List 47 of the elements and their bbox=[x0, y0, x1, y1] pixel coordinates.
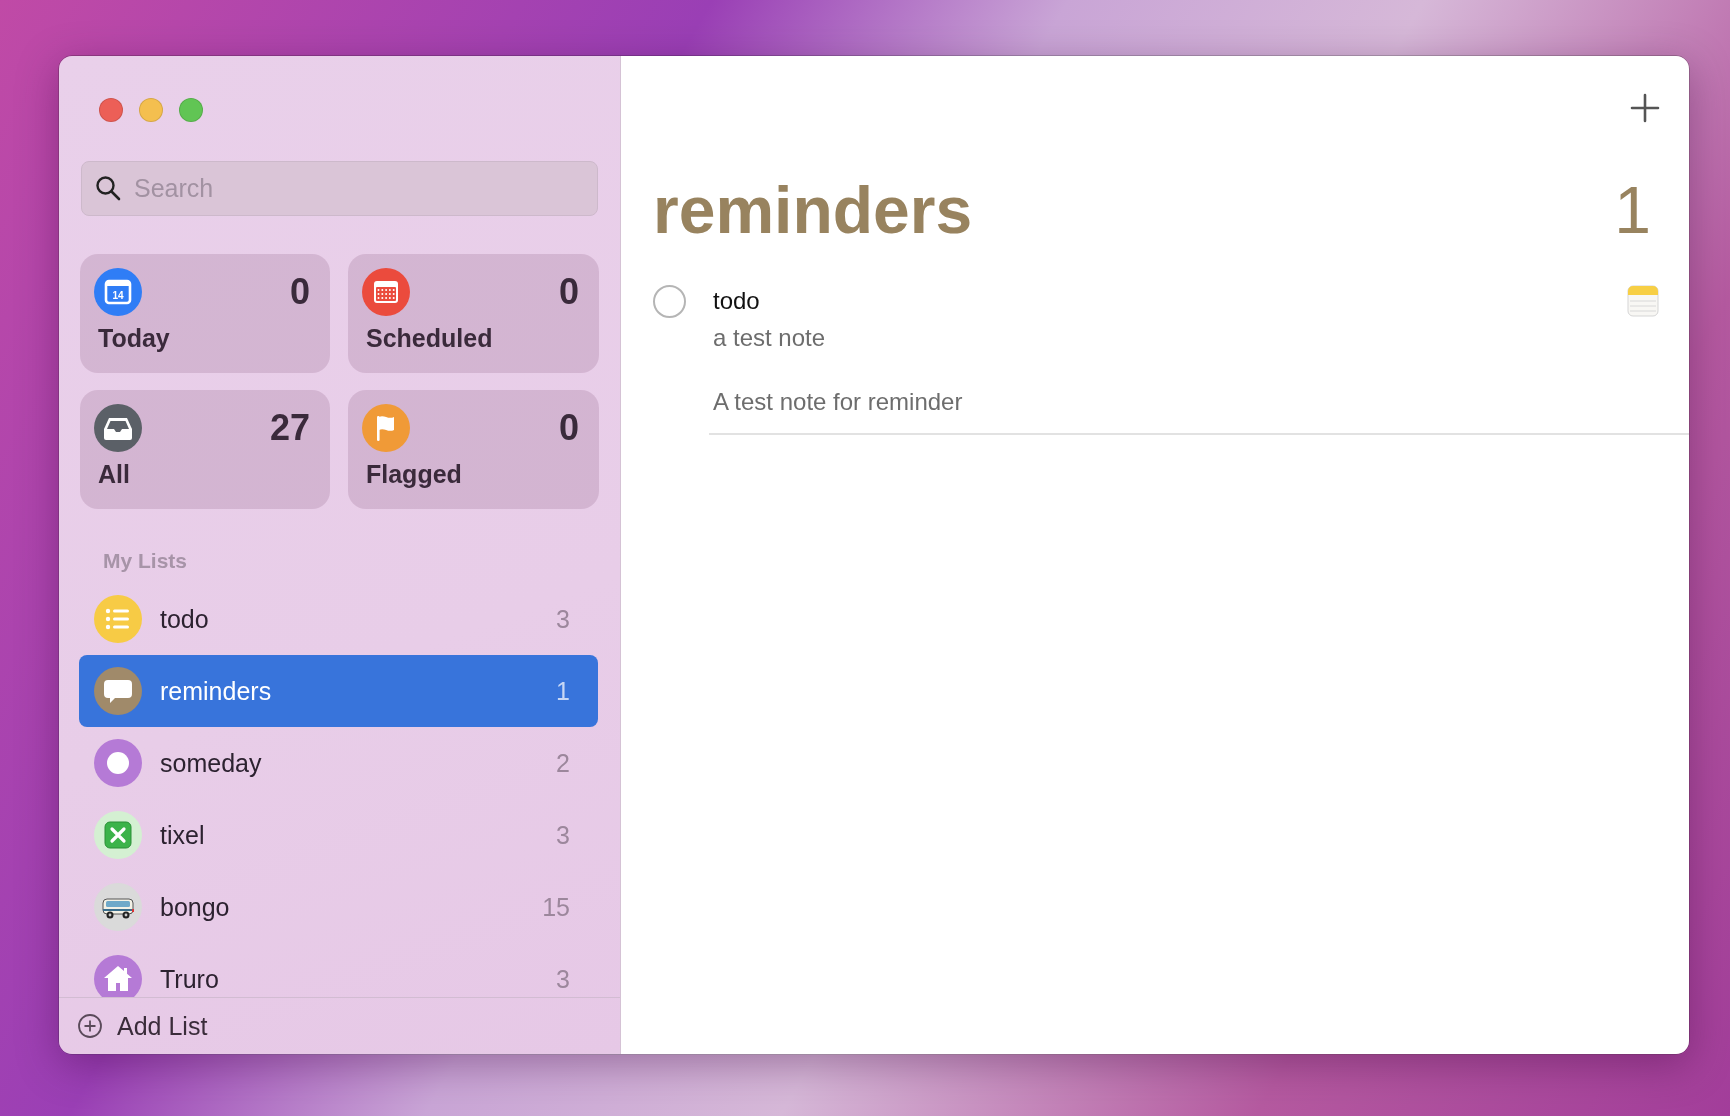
smart-list-card[interactable]: 14 0 Today bbox=[80, 254, 330, 373]
sidebar-list-item[interactable]: Truro 3 bbox=[79, 943, 598, 997]
reminder-note: A test note for reminder bbox=[713, 387, 964, 417]
section-heading: My Lists bbox=[102, 548, 189, 574]
smart-list-card[interactable]: 0 Scheduled bbox=[348, 254, 599, 373]
list-count: 3 bbox=[556, 604, 570, 634]
search-field[interactable]: Search bbox=[81, 161, 598, 216]
completion-checkbox[interactable] bbox=[653, 285, 686, 318]
smart-list-card[interactable]: 27 All bbox=[80, 390, 330, 509]
reminder-title[interactable]: todo bbox=[713, 284, 1627, 318]
list-title: reminders bbox=[653, 172, 973, 249]
card-count: 0 bbox=[558, 406, 579, 450]
list-count: 3 bbox=[556, 820, 570, 850]
plus-icon bbox=[1630, 93, 1660, 123]
list-count: 2 bbox=[556, 748, 570, 778]
sidebar-list-item[interactable]: todo 3 bbox=[79, 583, 598, 655]
list-count: 3 bbox=[556, 964, 570, 994]
card-label: All bbox=[97, 460, 131, 490]
list-name: someday bbox=[160, 748, 263, 778]
card-count: 27 bbox=[269, 406, 310, 450]
card-count: 0 bbox=[289, 270, 310, 314]
card-label: Today bbox=[97, 324, 171, 354]
card-count: 0 bbox=[558, 270, 579, 314]
sidebar-list-item[interactable]: bongo 15 bbox=[79, 871, 598, 943]
list-name: todo bbox=[160, 604, 210, 634]
sidebar-list-item[interactable]: tixel 3 bbox=[79, 799, 598, 871]
list-name: bongo bbox=[160, 892, 231, 922]
list-count: 15 bbox=[542, 892, 570, 922]
minimize-button[interactable] bbox=[139, 98, 163, 122]
reminder-subtitle: a test note bbox=[713, 323, 827, 353]
calendar-icon: 14 bbox=[94, 268, 142, 316]
notepad-icon[interactable] bbox=[1627, 285, 1659, 317]
card-label: Flagged bbox=[365, 460, 463, 490]
zoom-button[interactable] bbox=[179, 98, 203, 122]
list-name: Truro bbox=[160, 964, 220, 994]
list-count: 1 bbox=[1614, 172, 1651, 249]
list-count: 1 bbox=[556, 676, 570, 706]
plus-circle-icon bbox=[77, 1013, 103, 1039]
close-button[interactable] bbox=[99, 98, 123, 122]
list-name: tixel bbox=[160, 820, 206, 850]
add-list-button[interactable]: Add List bbox=[77, 1011, 208, 1041]
smart-list-card[interactable]: 0 Flagged bbox=[348, 390, 599, 509]
search-icon bbox=[95, 175, 121, 201]
sidebar-list-item[interactable]: someday 2 bbox=[79, 727, 598, 799]
card-label: Scheduled bbox=[365, 324, 494, 354]
sidebar-list-item[interactable]: reminders 1 bbox=[79, 655, 598, 727]
list-name: reminders bbox=[160, 676, 273, 706]
